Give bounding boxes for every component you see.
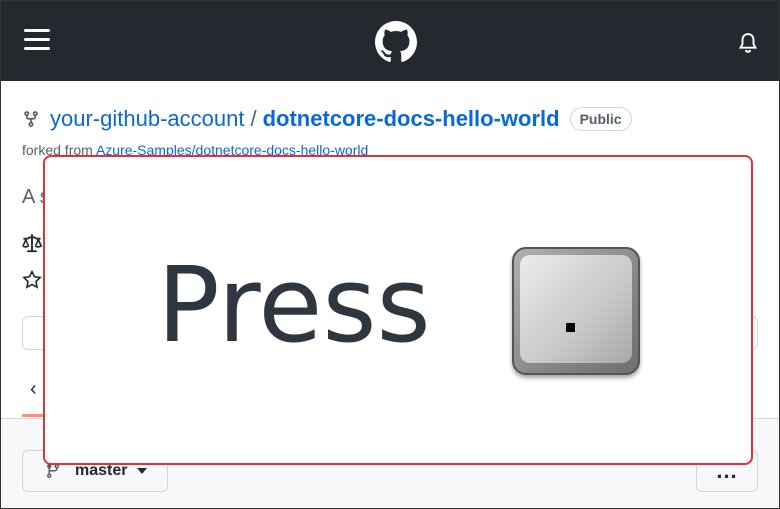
key-label-text: .: [566, 323, 567, 324]
top-header: [1, 1, 779, 81]
star-icon[interactable]: [22, 270, 42, 290]
bell-icon[interactable]: [737, 31, 759, 55]
repo-title: your-github-account / dotnetcore-docs-he…: [22, 104, 632, 134]
visibility-badge: Public: [569, 107, 632, 131]
path-separator: /: [250, 106, 257, 131]
keypress-overlay: Press .: [43, 155, 753, 465]
hamburger-icon[interactable]: [24, 29, 50, 51]
press-prompt: Press: [157, 244, 431, 366]
repo-owner-link[interactable]: your-github-account: [50, 106, 244, 132]
caret-down-icon: [137, 468, 148, 474]
fork-icon: [24, 111, 38, 127]
chevron-left-icon[interactable]: ‹: [30, 378, 37, 401]
keyboard-key-icon: .: [512, 247, 640, 375]
license-scale-icon: [22, 234, 42, 253]
github-logo-icon[interactable]: [375, 21, 417, 63]
repo-name-link[interactable]: dotnetcore-docs-hello-world: [263, 106, 560, 132]
key-label: .: [566, 323, 576, 333]
key-face: [520, 255, 632, 363]
